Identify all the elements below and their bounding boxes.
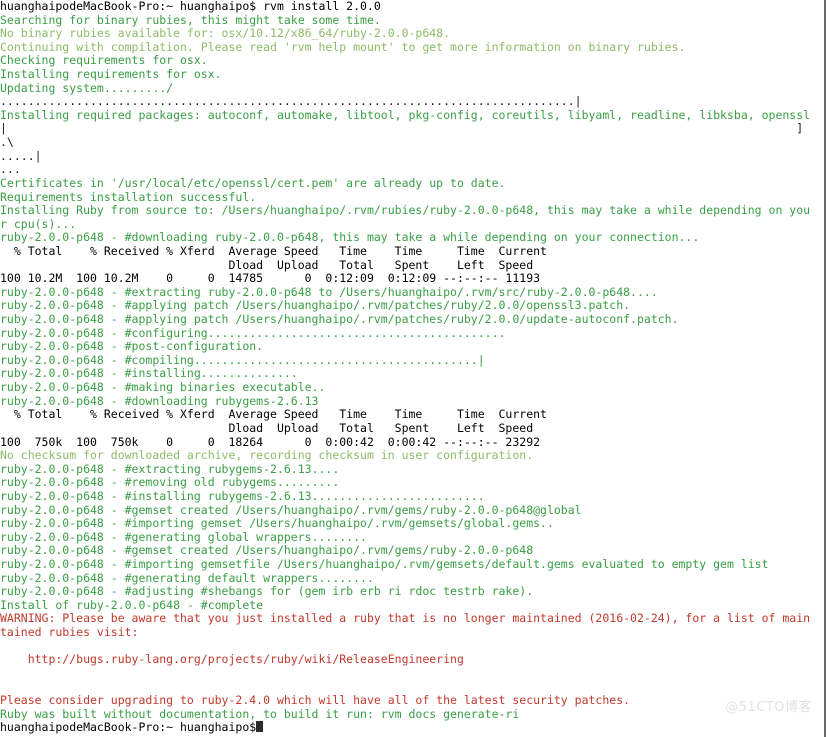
terminal-line: ruby-2.0.0-p648 - #importing gemsetfile …: [0, 557, 769, 571]
terminal-line: Please consider upgrading to ruby-2.4.0 …: [0, 694, 631, 708]
terminal-line: ........................................…: [0, 95, 582, 109]
terminal-line: huanghaipodeMacBook-Pro:~ huanghaipo$ rv…: [0, 0, 381, 13]
terminal-line: ...: [0, 163, 21, 177]
terminal-line: ruby-2.0.0-p648 - #importing gemset /Use…: [0, 517, 554, 531]
terminal-line: ruby-2.0.0-p648 - #compiling............…: [0, 353, 485, 367]
terminal-line: Install of ruby-2.0.0-p648 - #complete: [0, 598, 264, 612]
terminal-line: ruby-2.0.0-p648 - #generating default wr…: [0, 571, 374, 585]
terminal-line: Continuing with compilation. Please read…: [0, 40, 686, 54]
terminal-line: ruby-2.0.0-p648 - #removing old rubygems…: [0, 476, 340, 490]
terminal-line: ruby-2.0.0-p648 - #downloading ruby-2.0.…: [0, 231, 700, 245]
terminal-line: Searching for binary rubies, this might …: [0, 13, 381, 27]
terminal-line: 100 750k 100 750k 0 0 18264 0 0:00:42 0:…: [0, 435, 541, 449]
terminal-line: Certificates in '/usr/local/etc/openssl/…: [0, 176, 506, 190]
terminal-cursor: [256, 721, 263, 733]
terminal-line: ruby-2.0.0-p648 - #installing...........…: [0, 367, 298, 381]
terminal-line: .\: [0, 136, 14, 150]
terminal-line: ruby-2.0.0-p648 - #installing rubygems-2…: [0, 489, 485, 503]
terminal-line: | ]: [0, 122, 804, 136]
terminal-line: ruby-2.0.0-p648 - #extracting rubygems-2…: [0, 462, 340, 476]
terminal-line: tained rubies visit:: [0, 626, 139, 640]
terminal-line: % Total % Received % Xferd Average Speed…: [0, 408, 547, 422]
terminal-line: ruby-2.0.0-p648 - #extracting ruby-2.0.0…: [0, 285, 658, 299]
terminal-line: Installing requirements for osx.: [0, 68, 222, 82]
terminal-line: No binary rubies available for: osx/10.1…: [0, 27, 451, 41]
terminal-line: huanghaipodeMacBook-Pro:~ huanghaipo$: [0, 721, 824, 735]
terminal-line: http://bugs.ruby-lang.org/projects/ruby/…: [0, 653, 464, 667]
terminal-line: Checking requirements for osx.: [0, 54, 208, 68]
terminal-line: ruby-2.0.0-p648 - #configuring..........…: [0, 326, 506, 340]
terminal-line: Dload Upload Total Spent Left Speed: [0, 258, 534, 272]
terminal-line: ruby-2.0.0-p648 - #post-configuration.: [0, 340, 264, 354]
terminal-line: ruby-2.0.0-p648 - #downloading rubygems-…: [0, 394, 319, 408]
terminal-line: 100 10.2M 100 10.2M 0 0 14785 0 0:12:09 …: [0, 272, 541, 286]
terminal-line: .....|: [0, 149, 42, 163]
terminal-line: Installing Ruby from source to: /Users/h…: [0, 204, 811, 218]
terminal-line: Requirements installation successful.: [0, 190, 257, 204]
terminal-window[interactable]: huanghaipodeMacBook-Pro:~ huanghaipo$ rv…: [0, 0, 826, 737]
terminal-line: Dload Upload Total Spent Left Speed: [0, 421, 534, 435]
terminal-line: No checksum for downloaded archive, reco…: [0, 449, 534, 463]
terminal-output-area[interactable]: huanghaipodeMacBook-Pro:~ huanghaipo$ rv…: [0, 0, 824, 735]
terminal-line: ruby-2.0.0-p648 - #gemset created /Users…: [0, 503, 582, 517]
terminal-line: ruby-2.0.0-p648 - #applying patch /Users…: [0, 313, 679, 327]
terminal-line: r cpu(s)...: [0, 217, 77, 231]
terminal-line: % Total % Received % Xferd Average Speed…: [0, 244, 547, 258]
terminal-line: ruby-2.0.0-p648 - #gemset created /Users…: [0, 544, 534, 558]
terminal-line: WARNING: Please be aware that you just i…: [0, 612, 811, 626]
terminal-line: Installing required packages: autoconf, …: [0, 108, 811, 122]
terminal-line: Updating system........./: [0, 81, 174, 95]
terminal-line: ruby-2.0.0-p648 - #adjusting #shebangs f…: [0, 585, 534, 599]
terminal-line: ruby-2.0.0-p648 - #generating global wra…: [0, 530, 367, 544]
terminal-line: ruby-2.0.0-p648 - #making binaries execu…: [0, 381, 326, 395]
terminal-line: ruby-2.0.0-p648 - #applying patch /Users…: [0, 299, 631, 313]
terminal-line: Ruby was built without documentation, to…: [0, 707, 520, 721]
